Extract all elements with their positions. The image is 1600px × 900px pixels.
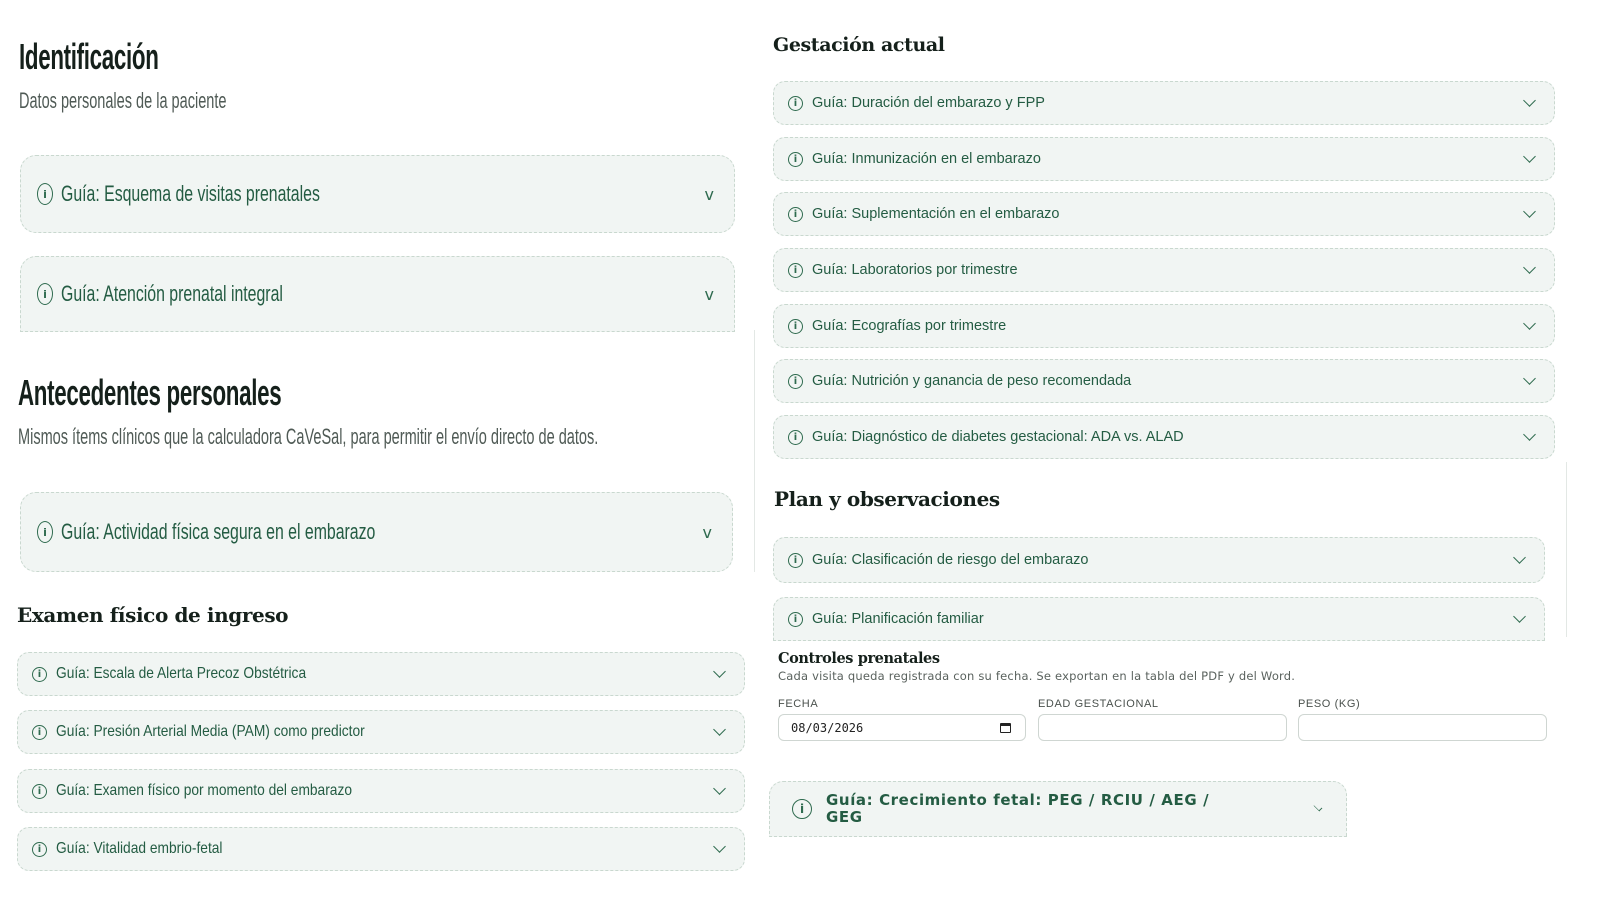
- guide-label: Guía: Duración del embarazo y FPP: [812, 95, 1045, 111]
- fecha-input[interactable]: 08/03/2026: [778, 714, 1026, 741]
- info-icon: i: [788, 552, 803, 568]
- info-icon: i: [788, 373, 803, 389]
- fecha-label: FECHA: [778, 698, 819, 710]
- edad-gestacional-input[interactable]: [1038, 714, 1287, 741]
- guide-label: Guía: Ecografías por trimestre: [812, 318, 1007, 334]
- info-icon: i: [37, 183, 53, 205]
- calendar-icon[interactable]: [1000, 723, 1011, 733]
- guide-label: Guía: Clasificación de riesgo del embara…: [812, 552, 1089, 568]
- chevron-down-icon: [713, 782, 726, 795]
- guide-label: Guía: Crecimiento fetal: PEG / RCIU / AE…: [826, 792, 1314, 826]
- guide-escala-alerta[interactable]: i Guía: Escala de Alerta Precoz Obstétri…: [17, 652, 745, 696]
- guide-crecimiento-fetal[interactable]: i Guía: Crecimiento fetal: PEG / RCIU / …: [769, 781, 1347, 837]
- info-icon: i: [32, 841, 47, 857]
- chevron-down-icon: [1523, 317, 1536, 330]
- guide-label: Guía: Laboratorios por trimestre: [812, 262, 1018, 278]
- info-icon: i: [788, 262, 803, 278]
- guide-planificacion-familiar[interactable]: i Guía: Planificación familiar: [773, 597, 1545, 641]
- chevron-down-icon: v: [702, 522, 712, 542]
- guide-actividad-fisica[interactable]: i Guía: Actividad física segura en el em…: [20, 492, 733, 572]
- chevron-down-icon: [1523, 428, 1536, 441]
- info-icon: i: [37, 283, 53, 305]
- chevron-down-icon: [1523, 94, 1536, 107]
- info-icon: i: [37, 521, 53, 543]
- chevron-down-icon: [1523, 150, 1536, 163]
- peso-input[interactable]: [1298, 714, 1547, 741]
- chevron-down-icon: [713, 665, 726, 678]
- info-icon: i: [788, 611, 803, 627]
- antecedentes-title: Antecedentes personales: [18, 372, 282, 413]
- guide-vitalidad[interactable]: i Guía: Vitalidad embrio-fetal: [17, 827, 745, 871]
- guide-label: Guía: Suplementación en el embarazo: [812, 206, 1060, 222]
- info-icon: i: [32, 666, 47, 682]
- guide-atencion-prenatal[interactable]: i Guía: Atención prenatal integral v: [20, 256, 735, 332]
- fecha-value: 08/03/2026: [791, 721, 864, 735]
- guide-label: Guía: Presión Arterial Media (PAM) como …: [56, 723, 365, 740]
- chevron-down-icon: v: [704, 184, 714, 204]
- guide-label-line1: Guía: Crecimiento fetal: PEG / RCIU / AE…: [826, 792, 1210, 809]
- guide-esquema-visitas[interactable]: i Guía: Esquema de visitas prenatales v: [20, 155, 735, 233]
- guide-nutricion[interactable]: i Guía: Nutrición y ganancia de peso rec…: [773, 359, 1555, 403]
- chevron-down-icon: [1523, 205, 1536, 218]
- guide-label: Guía: Actividad física segura en el emba…: [61, 519, 376, 544]
- guide-label: Guía: Vitalidad embrio-fetal: [56, 840, 223, 857]
- guide-label: Guía: Planificación familiar: [812, 611, 984, 627]
- guide-label: Guía: Atención prenatal integral: [61, 281, 283, 306]
- identificacion-title: Identificación: [19, 36, 159, 77]
- guide-presion-arterial[interactable]: i Guía: Presión Arterial Media (PAM) com…: [17, 710, 745, 754]
- guide-label: Guía: Diagnóstico de diabetes gestaciona…: [812, 429, 1184, 445]
- guide-inmunizacion[interactable]: i Guía: Inmunización en el embarazo: [773, 137, 1555, 181]
- guide-label: Guía: Esquema de visitas prenatales: [61, 181, 320, 206]
- guide-label: Guía: Inmunización en el embarazo: [812, 151, 1041, 167]
- guide-diabetes-gestacional[interactable]: i Guía: Diagnóstico de diabetes gestacio…: [773, 415, 1555, 459]
- chevron-down-icon: [1313, 802, 1323, 811]
- gestacion-title: Gestación actual: [773, 34, 945, 56]
- info-icon: i: [792, 799, 812, 819]
- chevron-down-icon: [1513, 610, 1526, 623]
- chevron-down-icon: [1523, 372, 1536, 385]
- info-icon: i: [32, 783, 47, 799]
- controles-title: Controles prenatales: [778, 650, 940, 667]
- guide-suplementacion[interactable]: i Guía: Suplementación en el embarazo: [773, 192, 1555, 236]
- peso-label: PESO (KG): [1298, 698, 1361, 710]
- guide-laboratorios[interactable]: i Guía: Laboratorios por trimestre: [773, 248, 1555, 292]
- right-edge-line: [1566, 462, 1567, 637]
- guide-label-line2: GEG: [826, 808, 863, 826]
- chevron-down-icon: v: [704, 284, 714, 304]
- info-icon: i: [788, 206, 803, 222]
- info-icon: i: [32, 724, 47, 740]
- guide-ecografias[interactable]: i Guía: Ecografías por trimestre: [773, 304, 1555, 348]
- examen-title: Examen físico de ingreso: [17, 603, 289, 627]
- info-icon: i: [788, 318, 803, 334]
- controles-subtitle: Cada visita queda registrada con su fech…: [778, 669, 1296, 683]
- guide-label: Guía: Escala de Alerta Precoz Obstétrica: [56, 665, 307, 682]
- guide-label: Guía: Examen físico por momento del emba…: [56, 782, 352, 799]
- info-icon: i: [788, 151, 803, 167]
- chevron-down-icon: [713, 723, 726, 736]
- info-icon: i: [788, 429, 803, 445]
- column-divider: [754, 330, 755, 572]
- guide-examen-fisico[interactable]: i Guía: Examen físico por momento del em…: [17, 769, 745, 813]
- identificacion-subtitle: Datos personales de la paciente: [19, 88, 227, 113]
- info-icon: i: [788, 95, 803, 111]
- guide-label: Guía: Nutrición y ganancia de peso recom…: [812, 373, 1132, 389]
- guide-duracion-fpp[interactable]: i Guía: Duración del embarazo y FPP: [773, 81, 1555, 125]
- chevron-down-icon: [713, 840, 726, 853]
- plan-title: Plan y observaciones: [774, 487, 1000, 511]
- chevron-down-icon: [1513, 551, 1526, 564]
- edad-gestacional-label: EDAD GESTACIONAL: [1038, 698, 1159, 710]
- guide-clasificacion-riesgo[interactable]: i Guía: Clasificación de riesgo del emba…: [773, 537, 1545, 583]
- antecedentes-subtitle: Mismos ítems clínicos que la calculadora…: [18, 424, 599, 449]
- chevron-down-icon: [1523, 261, 1536, 274]
